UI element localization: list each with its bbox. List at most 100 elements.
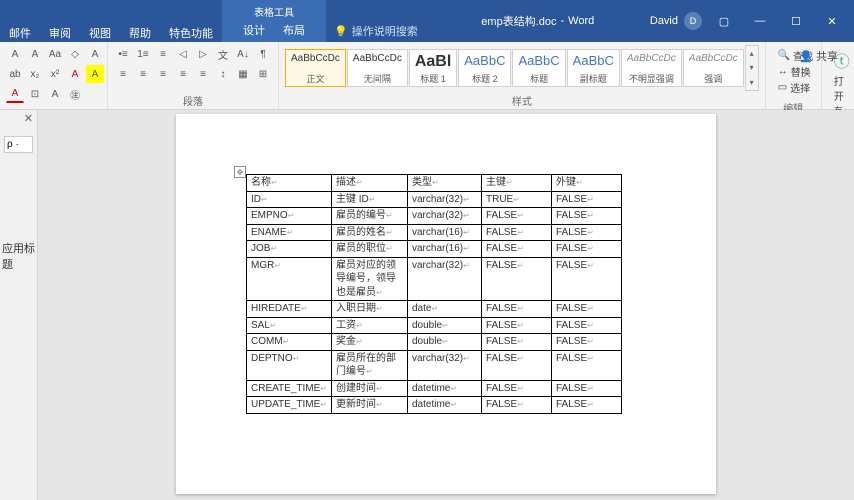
tab-mail[interactable]: 邮件	[0, 22, 40, 42]
table-row[interactable]: DEPTNO↵雇员所在的部门编号↵varchar(32)↵FALSE↵FALSE…	[247, 350, 622, 380]
table-cell[interactable]: varchar(32)↵	[407, 350, 481, 380]
table-cell[interactable]: FALSE↵	[481, 334, 551, 351]
table-cell[interactable]: double↵	[407, 334, 481, 351]
table-cell[interactable]: HIREDATE↵	[247, 301, 332, 318]
table-cell[interactable]: FALSE↵	[551, 257, 621, 301]
table-cell[interactable]: varchar(32)↵	[407, 208, 481, 225]
line-spacing-icon[interactable]: ↕	[214, 65, 232, 83]
show-marks-icon[interactable]: ¶	[254, 45, 272, 63]
table-cell[interactable]: 主键 ID↵	[331, 191, 407, 208]
table-cell[interactable]: 雇员所在的部门编号↵	[331, 350, 407, 380]
tab-design[interactable]: 设计	[234, 19, 274, 41]
change-case-icon[interactable]: Aa	[46, 45, 64, 63]
table-header-cell[interactable]: 类型↵	[407, 175, 481, 192]
tab-view[interactable]: 视图	[80, 22, 120, 42]
styles-gallery[interactable]: AaBbCcDc正文AaBbCcDc无间隔AaBl标题 1AaBbC标题 2Aa…	[285, 45, 759, 91]
table-cell[interactable]: 雇员的编号↵	[331, 208, 407, 225]
table-cell[interactable]: datetime↵	[407, 380, 481, 397]
table-cell[interactable]: FALSE↵	[551, 241, 621, 258]
enclose-char-icon[interactable]: ㊟	[66, 85, 84, 103]
table-cell[interactable]: DEPTNO↵	[247, 350, 332, 380]
align-center-icon[interactable]: ≡	[134, 65, 152, 83]
table-cell[interactable]: FALSE↵	[551, 397, 621, 414]
tab-help[interactable]: 帮助	[120, 22, 160, 42]
increase-indent-icon[interactable]: ▷	[194, 45, 212, 63]
table-cell[interactable]: FALSE↵	[481, 380, 551, 397]
table-cell[interactable]: FALSE↵	[481, 397, 551, 414]
strike-icon[interactable]: ab	[6, 65, 24, 83]
tab-layout[interactable]: 布局	[274, 19, 314, 41]
highlight-icon[interactable]: A	[86, 65, 104, 83]
nav-search[interactable]	[4, 134, 33, 153]
nav-heading[interactable]: 应用标题	[0, 240, 37, 272]
table-cell[interactable]: FALSE↵	[481, 257, 551, 301]
borders-icon[interactable]: ⊞	[254, 65, 272, 83]
multilevel-icon[interactable]: ≡	[154, 45, 172, 63]
ribbon-options-icon[interactable]: ▢	[710, 11, 738, 31]
char-shade-icon[interactable]: A	[46, 85, 64, 103]
table-header-row[interactable]: 名称↵描述↵类型↵主键↵外键↵	[247, 175, 622, 192]
style-item-3[interactable]: AaBbC标题 2	[458, 49, 511, 87]
style-item-1[interactable]: AaBbCcDc无间隔	[347, 49, 408, 87]
minimize-icon[interactable]: —	[746, 11, 774, 31]
tab-review[interactable]: 审阅	[40, 22, 80, 42]
style-item-5[interactable]: AaBbC副标题	[567, 49, 620, 87]
styles-more-icon[interactable]: ▴▾▾	[745, 45, 759, 91]
table-cell[interactable]: UPDATE_TIME↵	[247, 397, 332, 414]
tell-me-search[interactable]: 💡 操作说明搜索	[326, 20, 426, 42]
table-cell[interactable]: 奖金↵	[331, 334, 407, 351]
style-item-0[interactable]: AaBbCcDc正文	[285, 49, 346, 87]
bullets-icon[interactable]: •≡	[114, 45, 132, 63]
table-cell[interactable]: FALSE↵	[551, 317, 621, 334]
table-cell[interactable]: double↵	[407, 317, 481, 334]
table-cell[interactable]: FALSE↵	[481, 208, 551, 225]
text-direction-icon[interactable]: 文	[214, 45, 232, 63]
table-cell[interactable]: FALSE↵	[481, 350, 551, 380]
table-header-cell[interactable]: 主键↵	[481, 175, 551, 192]
table-cell[interactable]: FALSE↵	[551, 224, 621, 241]
table-cell[interactable]: EMPNO↵	[247, 208, 332, 225]
table-row[interactable]: HIREDATE↵入职日期↵date↵FALSE↵FALSE↵	[247, 301, 622, 318]
translate-open[interactable]: 打开	[834, 73, 850, 103]
table-cell[interactable]: 创建时间↵	[331, 380, 407, 397]
table-row[interactable]: EMPNO↵雇员的编号↵varchar(32)↵FALSE↵FALSE↵	[247, 208, 622, 225]
select-button[interactable]: ▭选择	[778, 80, 809, 95]
distribute-icon[interactable]: ≡	[194, 65, 212, 83]
share-button[interactable]: 👤共享	[789, 44, 848, 68]
table-cell[interactable]: 雇员的姓名↵	[331, 224, 407, 241]
style-item-7[interactable]: AaBbCcDc强调	[683, 49, 744, 87]
style-item-4[interactable]: AaBbC标题	[512, 49, 565, 87]
char-border-icon[interactable]: ⊡	[26, 85, 44, 103]
decrease-indent-icon[interactable]: ◁	[174, 45, 192, 63]
sort-icon[interactable]: A↓	[234, 45, 252, 63]
table-cell[interactable]: JOB↵	[247, 241, 332, 258]
table-cell[interactable]: FALSE↵	[481, 224, 551, 241]
clear-format-icon[interactable]: ◇	[66, 45, 84, 63]
table-cell[interactable]: FALSE↵	[551, 334, 621, 351]
table-header-cell[interactable]: 外键↵	[551, 175, 621, 192]
table-cell[interactable]: FALSE↵	[551, 208, 621, 225]
table-row[interactable]: MGR↵雇员对应的领导编号，领导也是雇员↵varchar(32)↵FALSE↵F…	[247, 257, 622, 301]
table-cell[interactable]: TRUE↵	[481, 191, 551, 208]
font-color-icon[interactable]: A	[6, 85, 24, 103]
table-cell[interactable]: 雇员对应的领导编号，领导也是雇员↵	[331, 257, 407, 301]
table-cell[interactable]: CREATE_TIME↵	[247, 380, 332, 397]
nav-search-input[interactable]	[4, 136, 33, 153]
tab-features[interactable]: 特色功能	[160, 22, 222, 42]
table-cell[interactable]: FALSE↵	[551, 191, 621, 208]
numbering-icon[interactable]: 1≡	[134, 45, 152, 63]
emp-table[interactable]: 名称↵描述↵类型↵主键↵外键↵ID↵主键 ID↵varchar(32)↵TRUE…	[246, 174, 622, 414]
style-item-2[interactable]: AaBl标题 1	[409, 49, 457, 87]
table-row[interactable]: ENAME↵雇员的姓名↵varchar(16)↵FALSE↵FALSE↵	[247, 224, 622, 241]
close-icon[interactable]: ✕	[818, 11, 846, 31]
shading-icon[interactable]: ▦	[234, 65, 252, 83]
maximize-icon[interactable]: ☐	[782, 11, 810, 31]
font-size-grow-icon[interactable]: A	[6, 45, 24, 63]
table-header-cell[interactable]: 名称↵	[247, 175, 332, 192]
table-cell[interactable]: FALSE↵	[551, 350, 621, 380]
table-cell[interactable]: varchar(32)↵	[407, 257, 481, 301]
subscript-icon[interactable]: x₂	[26, 65, 44, 83]
table-cell[interactable]: varchar(32)↵	[407, 191, 481, 208]
table-cell[interactable]: ID↵	[247, 191, 332, 208]
table-header-cell[interactable]: 描述↵	[331, 175, 407, 192]
